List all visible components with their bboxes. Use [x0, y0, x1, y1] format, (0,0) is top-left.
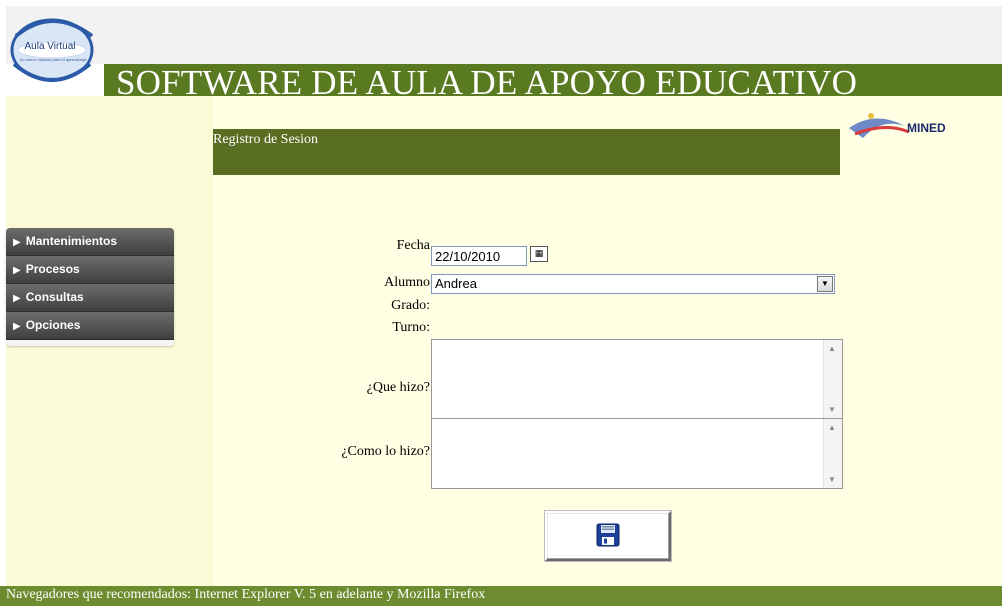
- menu-item-label: Procesos: [25, 262, 80, 276]
- alumno-selected-value: Andrea: [435, 276, 477, 291]
- menu-item-consultas[interactable]: ▶ Consultas: [6, 284, 174, 312]
- menu-item-label: Opciones: [25, 318, 81, 332]
- play-arrow-icon: ▶: [13, 321, 21, 332]
- scroll-up-icon[interactable]: ▲: [828, 423, 836, 432]
- fecha-input[interactable]: [431, 246, 527, 266]
- menu-item-label: Mantenimientos: [25, 234, 118, 248]
- alumno-select[interactable]: Andrea ▼: [431, 274, 835, 294]
- menu-item-opciones[interactable]: ▶ Opciones: [6, 312, 174, 340]
- que-hizo-label: ¿Que hizo?: [366, 380, 430, 395]
- play-arrow-icon: ▶: [13, 265, 21, 276]
- aula-virtual-logo: Aula Virtual Un nuevo espacio para el ap…: [6, 6, 104, 96]
- como-lo-hizo-scrollbar[interactable]: ▲ ▼: [823, 419, 842, 488]
- como-lo-hizo-textarea[interactable]: ▲ ▼: [431, 418, 843, 489]
- save-floppy-icon: [596, 523, 620, 547]
- scroll-down-icon[interactable]: ▼: [828, 405, 836, 414]
- que-hizo-textarea[interactable]: ▲ ▼: [431, 339, 843, 419]
- mined-text: MINED: [907, 121, 946, 135]
- play-arrow-icon: ▶: [13, 293, 21, 304]
- logo-text: Aula Virtual: [24, 41, 76, 52]
- menu-item-label: Consultas: [25, 290, 84, 304]
- scroll-up-icon[interactable]: ▲: [828, 344, 836, 353]
- top-band: [6, 6, 1002, 64]
- turno-label: Turno:: [392, 320, 430, 335]
- menu-item-mantenimientos[interactable]: ▶ Mantenimientos: [6, 228, 174, 256]
- chevron-down-icon[interactable]: ▼: [817, 276, 833, 292]
- nav-menu: ▶ Mantenimientos ▶ Procesos ▶ Consultas ▶ Op…: [6, 228, 174, 346]
- menu-item-procesos[interactable]: ▶ Procesos: [6, 256, 174, 284]
- como-lo-hizo-label: ¿Como lo hizo?: [341, 444, 430, 459]
- fecha-label: Fecha: [396, 238, 430, 253]
- grado-label: Grado:: [391, 298, 430, 313]
- section-title: Registro de Sesion: [213, 132, 318, 147]
- save-button[interactable]: [545, 511, 671, 561]
- footer-text: Navegadores que recomendados: Internet E…: [6, 587, 486, 602]
- calendar-icon[interactable]: ▦: [530, 246, 548, 262]
- logo-tagline: Un nuevo espacio para el aprendizaje: [19, 57, 87, 62]
- que-hizo-scrollbar[interactable]: ▲ ▼: [823, 340, 842, 418]
- alumno-label: Alumno: [384, 275, 430, 290]
- scroll-down-icon[interactable]: ▼: [828, 475, 836, 484]
- play-arrow-icon: ▶: [13, 237, 21, 248]
- mined-logo: MINED: [845, 108, 953, 148]
